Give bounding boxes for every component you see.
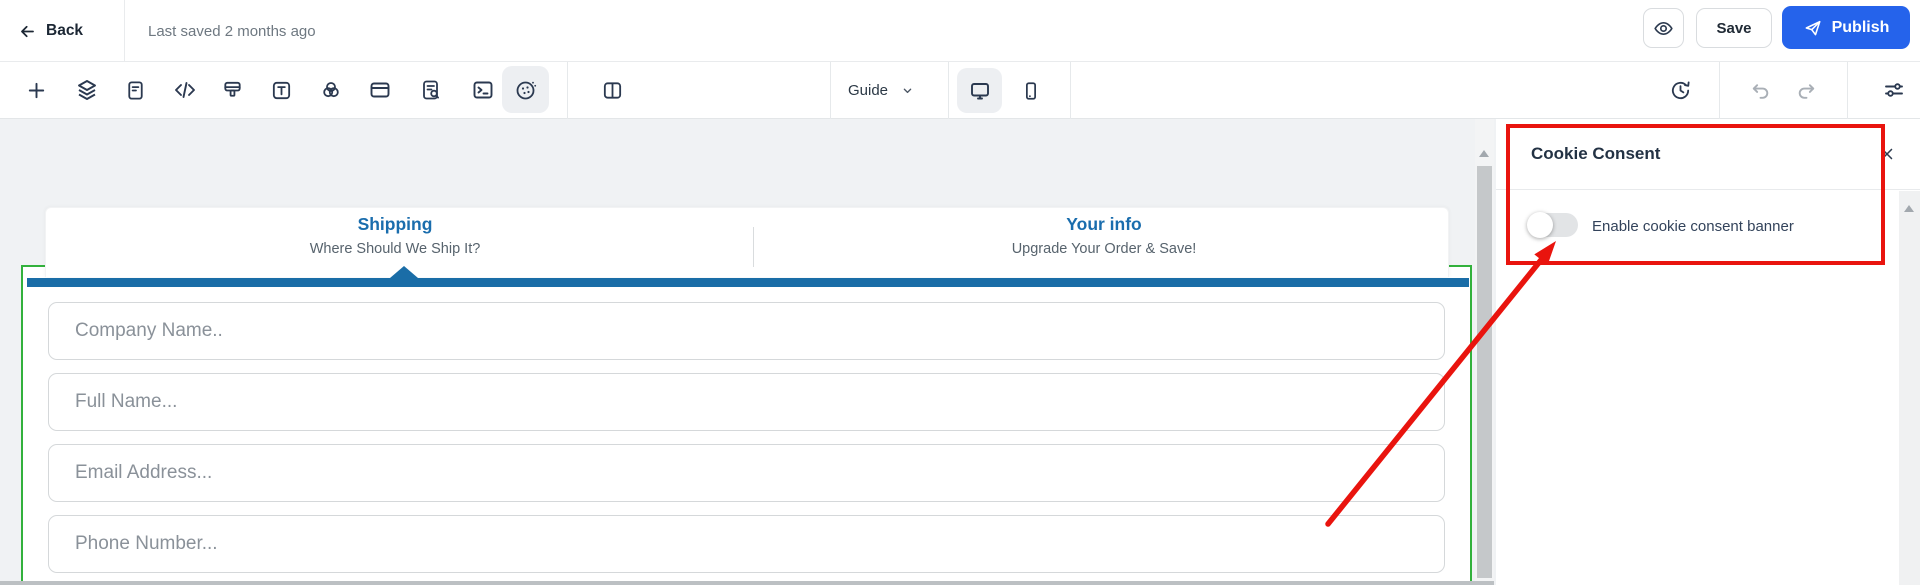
typography-button[interactable] <box>261 69 301 111</box>
save-label: Save <box>1716 20 1751 37</box>
tab-divider <box>753 227 754 267</box>
custom-code-button[interactable] <box>165 69 205 111</box>
color-palette-button[interactable] <box>311 69 351 111</box>
tracking-code-button[interactable] <box>463 69 503 111</box>
publish-button[interactable]: Publish <box>1782 6 1910 49</box>
page-settings-sliders-button[interactable] <box>1874 69 1914 111</box>
header-divider <box>124 0 125 62</box>
tab-shipping[interactable]: Shipping Where Should We Ship It? <box>195 214 595 257</box>
arrow-left-icon <box>18 22 37 41</box>
chevron-down-icon <box>900 83 915 98</box>
undo-button[interactable] <box>1740 69 1780 111</box>
full-name-input[interactable] <box>48 373 1445 431</box>
mobile-view-button[interactable] <box>1008 68 1053 113</box>
builder-toolbar: Guide <box>0 62 1920 119</box>
progress-bar <box>27 278 1469 287</box>
preview-button[interactable] <box>1643 8 1684 48</box>
canvas-horizontal-scrollbar[interactable] <box>0 581 1494 585</box>
last-saved-status: Last saved 2 months ago <box>148 0 316 62</box>
toolbar-divider <box>567 62 568 119</box>
toolbar-divider <box>830 62 831 119</box>
toolbar-divider <box>948 62 949 119</box>
publish-label: Publish <box>1832 19 1890 37</box>
layers-button[interactable] <box>67 69 107 111</box>
tab-your-info[interactable]: Your info Upgrade Your Order & Save! <box>904 214 1304 257</box>
send-icon <box>1803 18 1823 38</box>
page-content-button[interactable] <box>115 69 155 111</box>
back-button[interactable]: Back <box>18 0 83 62</box>
toolbar-divider <box>1719 62 1720 119</box>
add-element-button[interactable] <box>16 69 56 111</box>
scroll-up-arrow-icon[interactable] <box>1904 205 1914 212</box>
tab-subtitle: Upgrade Your Order & Save! <box>904 241 1304 257</box>
company-name-input[interactable] <box>48 302 1445 360</box>
toolbar-divider <box>1070 62 1071 119</box>
page-builder-editor: Back Last saved 2 months ago Save Publis… <box>0 0 1920 585</box>
version-history-button[interactable] <box>1660 69 1700 111</box>
seo-settings-button[interactable] <box>411 69 451 111</box>
header-bar: Back Last saved 2 months ago Save Publis… <box>0 0 1920 62</box>
tab-subtitle: Where Should We Ship It? <box>195 241 595 257</box>
style-brush-button[interactable] <box>212 69 252 111</box>
layout-columns-button[interactable] <box>592 69 632 111</box>
panel-scrollbar[interactable] <box>1899 191 1920 585</box>
tab-title: Shipping <box>195 214 595 235</box>
redo-button[interactable] <box>1786 69 1826 111</box>
canvas-vertical-scrollbar[interactable] <box>1475 119 1494 585</box>
guide-dropdown[interactable]: Guide <box>848 62 915 119</box>
guide-label: Guide <box>848 82 888 99</box>
annotation-highlight-box <box>1506 124 1885 265</box>
active-tab-notch <box>390 266 418 278</box>
save-button[interactable]: Save <box>1696 8 1772 48</box>
payments-button[interactable] <box>360 69 400 111</box>
scrollbar-thumb[interactable] <box>1477 166 1492 578</box>
phone-number-input[interactable] <box>48 515 1445 573</box>
email-address-input[interactable] <box>48 444 1445 502</box>
cookie-consent-button[interactable] <box>502 66 549 113</box>
eye-icon <box>1653 18 1674 39</box>
toolbar-divider <box>1847 62 1848 119</box>
back-label: Back <box>46 22 83 40</box>
tab-title: Your info <box>904 214 1304 235</box>
scroll-up-arrow-icon[interactable] <box>1479 150 1489 157</box>
desktop-view-button[interactable] <box>957 68 1002 113</box>
